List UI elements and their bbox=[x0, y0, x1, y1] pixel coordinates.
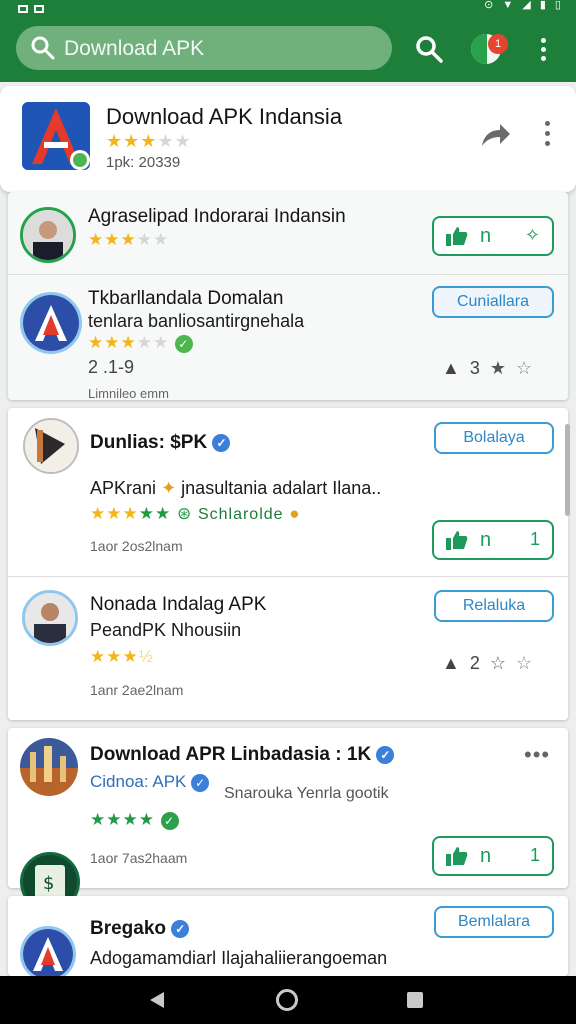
rating-stars: ★★★★★ ⊛ Schlarolde ● bbox=[90, 504, 301, 523]
more-icon[interactable] bbox=[534, 36, 552, 66]
item-title: Tkbarllandala Domalan bbox=[88, 288, 284, 309]
avatar bbox=[20, 738, 78, 796]
avatar bbox=[20, 292, 82, 354]
star-outline-icon[interactable]: ☆ bbox=[516, 653, 532, 674]
list-card: Dunlias: $PK ✓ APKrani ✦ jnasultania ada… bbox=[8, 408, 568, 720]
star-outline-icon[interactable]: ☆ bbox=[490, 653, 506, 674]
svg-text:$: $ bbox=[43, 873, 54, 894]
status-icons-left bbox=[18, 0, 78, 13]
like-button[interactable]: n 1 bbox=[432, 520, 554, 560]
star-outline-icon[interactable]: ☆ bbox=[516, 358, 532, 379]
thumbs-up-icon bbox=[446, 847, 468, 866]
home-icon[interactable] bbox=[276, 989, 298, 1011]
item-subtitle: Cidnoa: APK ✓ bbox=[90, 772, 210, 792]
verified-icon: ✓ bbox=[212, 433, 231, 452]
back-icon[interactable] bbox=[148, 991, 166, 1009]
divider bbox=[8, 274, 568, 275]
action-button[interactable]: Relaluka bbox=[434, 590, 554, 622]
action-button[interactable]: Bolalaya bbox=[434, 422, 554, 454]
rating-stars: ★★★★★ bbox=[106, 131, 192, 151]
recents-icon[interactable] bbox=[407, 992, 423, 1008]
item-subtitle: Adogamamdiarl Ilajahaliierangoeman bbox=[90, 948, 388, 968]
item-meta: 1anr 2ae2lnam bbox=[90, 682, 184, 698]
app-logo-icon bbox=[22, 102, 90, 170]
list-card: Agraselipad Indorarai Indansin ★★★★★ n ✧… bbox=[8, 192, 568, 400]
item-meta: 1aor 7as2haam bbox=[90, 850, 188, 866]
item-subtitle: PeandPK Nhousiin bbox=[90, 620, 242, 640]
like-button[interactable]: n ✧ bbox=[432, 216, 554, 256]
reaction-count: 2 bbox=[469, 652, 480, 673]
reaction-row: ▲ 2 ☆ ☆ bbox=[442, 652, 542, 678]
reaction-row: ▲ 3 ★ ☆ bbox=[442, 357, 542, 383]
verified-icon: ✓ bbox=[376, 745, 395, 764]
reaction-count: 3 bbox=[469, 357, 480, 378]
star-icon[interactable]: ★ bbox=[490, 358, 506, 379]
list-card: Bregako ✓ Adogamamdiarl Ilajahaliierango… bbox=[8, 896, 568, 982]
search-icon[interactable] bbox=[414, 34, 444, 64]
verified-icon: ✓ bbox=[191, 773, 210, 792]
rating-stars: ★★★★★ bbox=[88, 230, 170, 249]
top-app-bar: Download APK 1 bbox=[0, 14, 576, 82]
search-input[interactable]: Download APK bbox=[16, 26, 392, 70]
rating-stars: ★★★★ ✓ bbox=[90, 810, 179, 830]
status-bar: ⊙ ▼ ◢ ▮ ▯ bbox=[0, 0, 576, 14]
list-card: Download APR Linbadasia : 1K ✓ Cidnoa: A… bbox=[8, 728, 568, 888]
item-value: 2 .1-9 bbox=[88, 357, 135, 377]
action-button[interactable]: Bemlalara bbox=[434, 906, 554, 938]
item-title: Download APR Linbadasia : 1K ✓ bbox=[90, 744, 395, 766]
rating-stars: ★★★★★ ✓ bbox=[88, 333, 193, 353]
rating-stars: ★★★½ bbox=[90, 647, 154, 666]
thumbs-up-icon bbox=[446, 531, 468, 550]
item-subtitle: APKrani ✦ jnasultania adalart Ilana.. bbox=[90, 478, 382, 498]
avatar bbox=[22, 590, 78, 646]
share-icon[interactable] bbox=[480, 122, 512, 148]
more-icon[interactable] bbox=[540, 120, 554, 150]
app-title: Download APK Indansia bbox=[106, 104, 343, 129]
search-icon bbox=[31, 36, 55, 60]
system-nav-bar bbox=[0, 976, 576, 1024]
fire-icon[interactable]: ▲ bbox=[442, 358, 460, 379]
action-button[interactable]: Cuniallara bbox=[432, 286, 554, 318]
item-title: Nonada Indalag APK bbox=[90, 594, 267, 615]
status-icons-right: ⊙ ▼ ◢ ▮ ▯ bbox=[484, 0, 564, 11]
scrollbar[interactable] bbox=[565, 424, 570, 516]
notification-badge: 1 bbox=[488, 34, 508, 54]
item-title: Dunlias: $PK ✓ bbox=[90, 432, 231, 454]
avatar bbox=[23, 418, 79, 474]
more-icon[interactable]: ••• bbox=[524, 742, 550, 768]
divider bbox=[8, 576, 568, 577]
item-meta: 1aor 2os2lnam bbox=[90, 538, 183, 554]
thumbs-up-icon bbox=[446, 227, 468, 246]
avatar bbox=[20, 926, 76, 982]
fire-icon[interactable]: ▲ bbox=[442, 653, 460, 674]
item-title: Bregako ✓ bbox=[90, 918, 190, 940]
like-button[interactable]: n 1 bbox=[432, 836, 554, 876]
item-side-text: Snarouka Yenrla gootik bbox=[224, 785, 389, 802]
item-meta: Limnileo emm bbox=[88, 386, 169, 400]
item-subtitle: tenlara banliosantirgnehala bbox=[88, 311, 305, 331]
app-header-card[interactable]: Download APK Indansia ★★★★★ 1pk: 20339 bbox=[0, 86, 576, 192]
search-query: Download APK bbox=[64, 37, 205, 60]
item-title: Agraselipad Indorarai Indansin bbox=[88, 206, 346, 227]
app-subtitle: 1pk: 20339 bbox=[106, 154, 181, 171]
verified-icon: ✓ bbox=[171, 919, 190, 938]
avatar bbox=[20, 207, 76, 263]
